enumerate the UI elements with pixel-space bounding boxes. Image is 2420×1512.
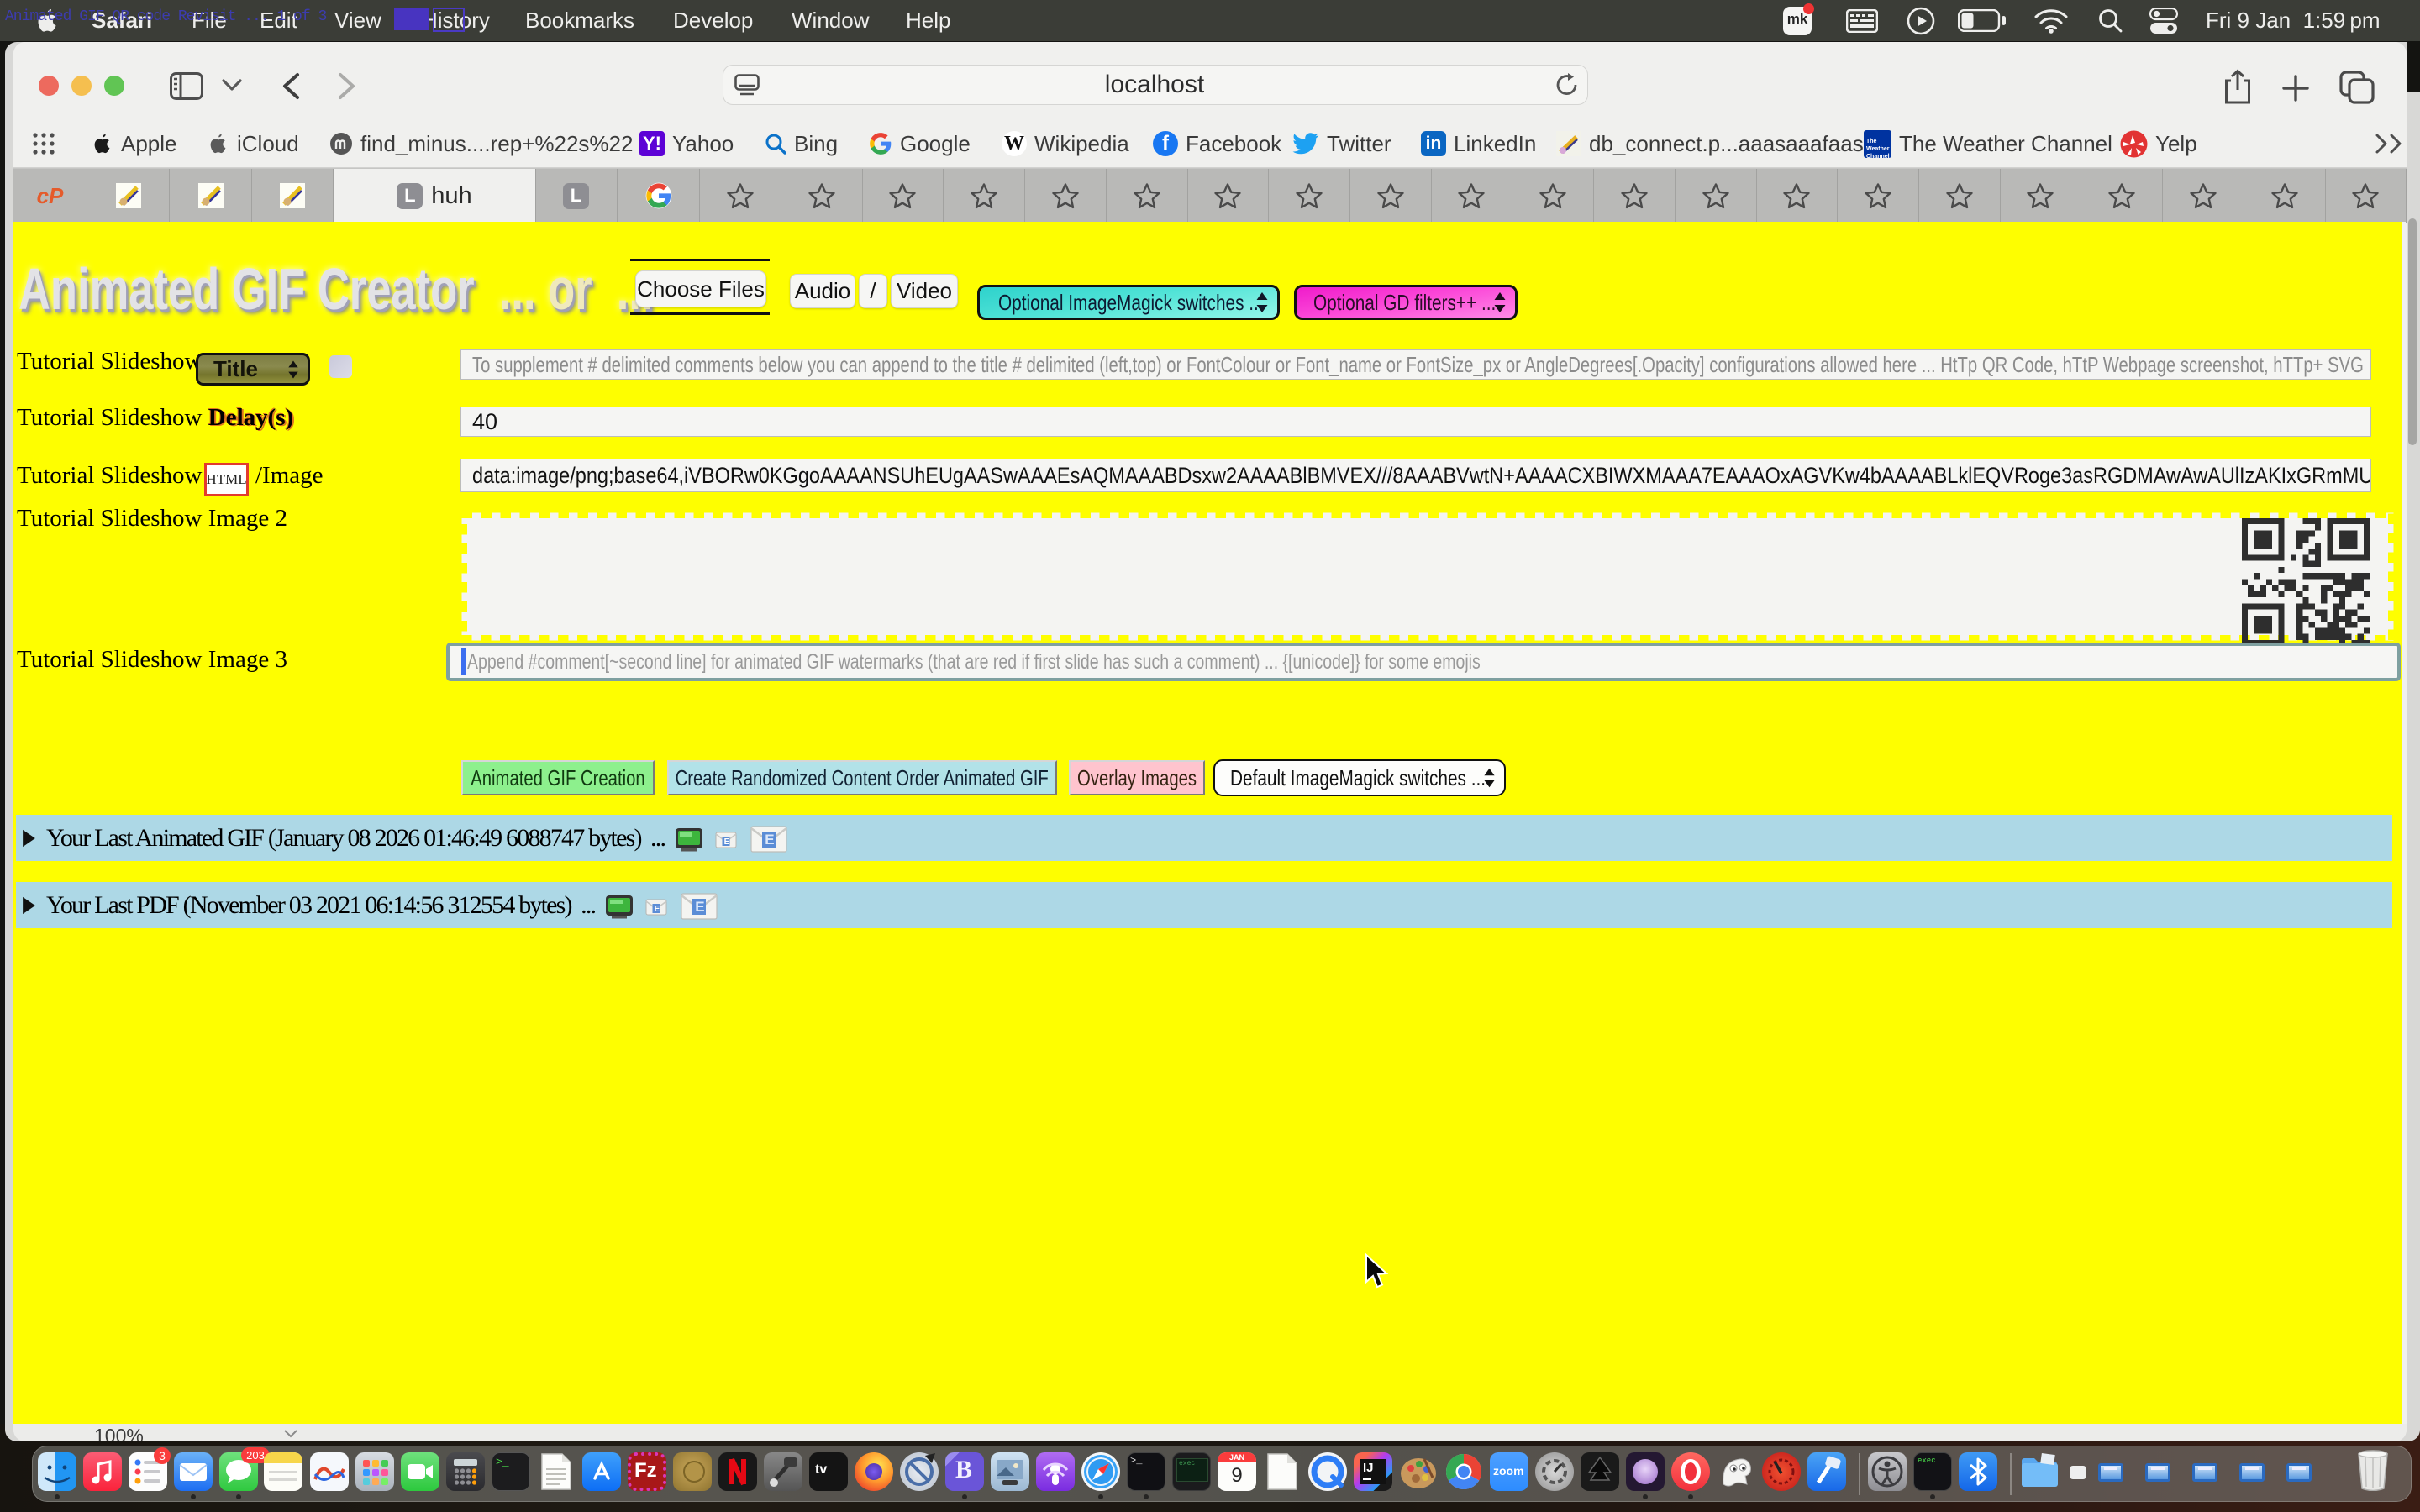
svg-text:E: E — [695, 899, 704, 915]
svg-text:E: E — [765, 832, 774, 848]
